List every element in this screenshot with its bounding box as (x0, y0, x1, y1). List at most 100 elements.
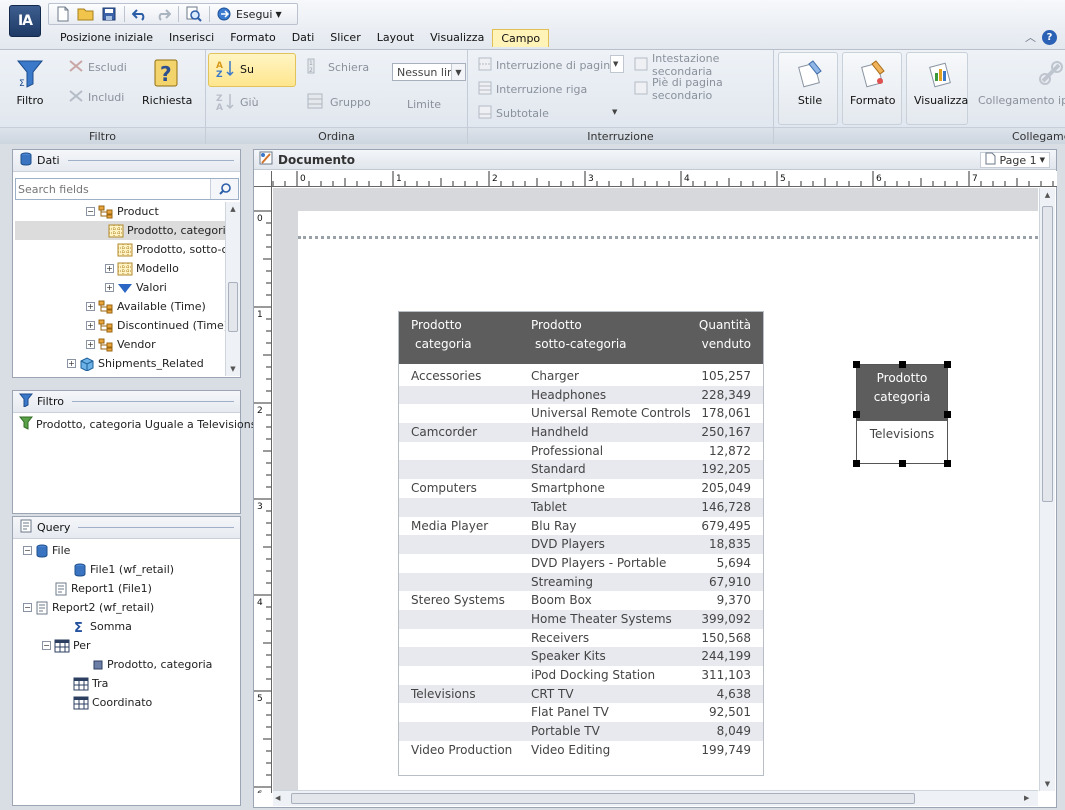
table-row[interactable]: DVD Players 18,835 (399, 535, 763, 554)
chevron-down-icon[interactable]: ▼ (451, 64, 465, 80)
run-button[interactable]: Esegui ▼ (215, 7, 284, 21)
scroll-down-icon[interactable]: ▼ (1040, 777, 1055, 791)
resize-handle[interactable] (944, 361, 951, 368)
query-tree-item-per[interactable]: − Per (42, 636, 91, 655)
scroll-thumb[interactable] (1042, 206, 1053, 502)
data-tree-item-prodotto-sotto-categoria[interactable]: Prodotto, sotto-categoria (105, 240, 225, 259)
collapse-icon[interactable]: − (23, 603, 32, 612)
header-product-category[interactable]: Prodotto categoria (411, 316, 472, 354)
table-row[interactable]: Home Theater Systems 399,092 (399, 609, 763, 629)
table-row[interactable]: Tablet 146,728 (399, 497, 763, 517)
report-table[interactable]: Prodotto categoria Prodotto sotto-catego… (398, 311, 764, 777)
table-row[interactable]: Professional 12,872 (399, 442, 763, 461)
table-row[interactable]: Flat Panel TV 92,501 (399, 703, 763, 722)
collapse-icon[interactable]: − (42, 641, 51, 650)
query-tree-item-coordinato[interactable]: Coordinato (61, 693, 152, 712)
filter-item[interactable]: Prodotto, categoria Uguale a Televisions (18, 415, 256, 434)
data-tree-item-discontinued-time[interactable]: + Discontinued (Time) (86, 316, 225, 335)
header-product-subcategory[interactable]: Prodotto sotto-categoria (531, 316, 627, 354)
page-break-dropdown[interactable]: ▼ (610, 55, 624, 73)
data-tree-item-vendor[interactable]: + Vendor (86, 335, 156, 354)
data-tree-item-available-time[interactable]: + Available (Time) (86, 297, 206, 316)
table-row[interactable]: Accessories Charger 105,257 (399, 367, 763, 386)
expand-icon[interactable]: + (67, 359, 76, 368)
redo-icon[interactable] (153, 5, 173, 23)
sort-ascending-button[interactable]: AZ Su (216, 60, 254, 80)
scroll-up-icon[interactable]: ▲ (226, 202, 240, 216)
document-vertical-scrollbar[interactable]: ▲ ▼ (1039, 188, 1055, 791)
data-tree-item-prodotto-categoria[interactable]: Prodotto, categoria (15, 221, 225, 240)
table-row[interactable]: Computers Smartphone 205,049 (399, 479, 763, 498)
row-break-button[interactable]: Interruzione riga (478, 80, 587, 98)
table-row[interactable]: Portable TV 8,049 (399, 722, 763, 741)
tab-dati[interactable]: Dati (284, 28, 323, 47)
selected-report-component[interactable]: Prodotto categoria Televisions (853, 361, 951, 467)
table-row[interactable]: Standard 192,205 (399, 460, 763, 480)
scroll-left-icon[interactable]: ◀ (275, 791, 287, 805)
expand-icon[interactable]: + (86, 340, 95, 349)
subtotal-button[interactable]: Subtotale (478, 104, 549, 122)
table-row[interactable]: Video Production Video Editing 199,749 (399, 741, 763, 760)
sort-descending-button[interactable]: ZA Giù (216, 93, 259, 113)
document-horizontal-scrollbar[interactable]: ◀ ▶ (273, 790, 1038, 806)
tab-visualizza[interactable]: Visualizza (422, 28, 492, 47)
query-tree-item-prodotto-categoria[interactable]: Prodotto, categoria (80, 655, 212, 674)
format-button[interactable]: Formato (850, 56, 896, 107)
tab-layout[interactable]: Layout (369, 28, 422, 47)
header-quantity-sold[interactable]: Quantità venduto (699, 316, 751, 354)
collapse-icon[interactable]: − (23, 546, 32, 555)
style-button[interactable]: Stile (794, 56, 826, 107)
tab-inserisci[interactable]: Inserisci (161, 28, 222, 47)
preview-magnifier-icon[interactable] (184, 5, 204, 23)
data-tree-scrollbar[interactable]: ▲ ▼ (225, 202, 240, 376)
exclude-button[interactable]: Escludi (68, 58, 127, 76)
scroll-thumb[interactable] (291, 793, 915, 804)
tab-campo[interactable]: Campo (492, 28, 550, 47)
resize-handle[interactable] (899, 361, 906, 368)
table-row[interactable]: Televisions CRT TV 4,638 (399, 684, 763, 704)
data-tree-item-shipments-related[interactable]: + Shipments_Related (67, 354, 204, 373)
scroll-thumb[interactable] (228, 282, 238, 332)
table-row[interactable]: Stereo Systems Boom Box 9,370 (399, 591, 763, 610)
data-tree-item-modello[interactable]: + Modello (105, 259, 179, 278)
app-logo[interactable]: IA (9, 5, 41, 37)
table-row[interactable]: Speaker Kits 244,199 (399, 647, 763, 666)
collapse-ribbon-icon[interactable]: ︿ (1025, 29, 1036, 45)
help-icon[interactable]: ? (1042, 29, 1057, 45)
table-row[interactable]: Media Player Blu Ray 679,495 (399, 517, 763, 536)
tab-formato[interactable]: Formato (222, 28, 284, 47)
open-folder-icon[interactable] (76, 5, 96, 23)
subtotal-dropdown[interactable]: ▼ (610, 103, 624, 121)
tab-slicer[interactable]: Slicer (322, 28, 368, 47)
resize-handle[interactable] (853, 361, 860, 368)
group-button[interactable]: Gruppo (306, 93, 371, 111)
table-row[interactable]: Headphones 228,349 (399, 385, 763, 405)
query-tree-item-report2-wf-retail[interactable]: − Report2 (wf_retail) (23, 598, 154, 617)
page-break-button[interactable]: Interruzione di pagina (478, 56, 617, 74)
expand-icon[interactable]: + (105, 283, 114, 292)
resize-handle[interactable] (899, 460, 906, 467)
prompt-button[interactable]: ? Richiesta (142, 56, 192, 107)
rank-button[interactable]: 12 Schiera (306, 58, 369, 76)
limit-select[interactable]: Nessun lir ▼ (392, 63, 466, 81)
table-row[interactable]: Universal Remote Controls 178,061 (399, 404, 763, 423)
page-selector[interactable]: Page 1 ▼ (980, 152, 1050, 168)
sub-footer-button[interactable]: Piè di pagina secondario (634, 76, 773, 102)
query-tree-item-file1-wf-retail[interactable]: File1 (wf_retail) (61, 560, 174, 579)
resize-handle[interactable] (944, 411, 951, 418)
scroll-up-icon[interactable]: ▲ (1040, 188, 1055, 202)
expand-icon[interactable]: + (86, 302, 95, 311)
data-tree-item-valori[interactable]: + Valori (105, 278, 167, 297)
search-icon[interactable] (210, 179, 238, 199)
scroll-right-icon[interactable]: ▶ (1024, 791, 1036, 805)
tab-posizione-iniziale[interactable]: Posizione iniziale (52, 28, 161, 47)
query-tree-item-report1-file1[interactable]: Report1 (File1) (42, 579, 152, 598)
sub-header-button[interactable]: Intestazione secondaria (634, 52, 773, 78)
search-input[interactable] (16, 179, 206, 199)
table-row[interactable]: Receivers 150,568 (399, 629, 763, 648)
scroll-down-icon[interactable]: ▼ (226, 362, 240, 376)
hyperlink-button[interactable]: Collegamento ipe (978, 56, 1065, 107)
new-document-icon[interactable] (53, 5, 73, 23)
data-tree-item-product[interactable]: − Product (86, 202, 159, 221)
table-row[interactable]: iPod Docking Station 311,103 (399, 666, 763, 685)
